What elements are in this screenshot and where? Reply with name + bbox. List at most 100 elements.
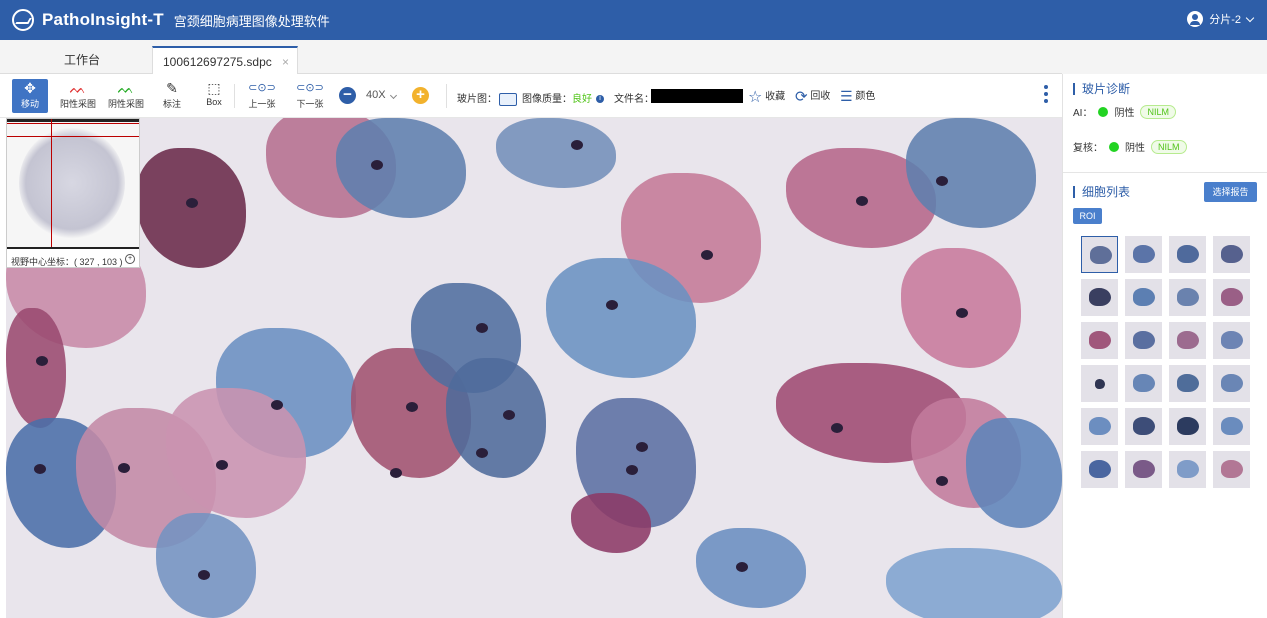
nucleus [118, 463, 130, 473]
app-subtitle: 宫颈细胞病理图像处理软件 [173, 13, 330, 29]
ai-nilm-badge: NILM [1140, 104, 1176, 119]
chevron-down-icon [1245, 13, 1255, 22]
positive-sample-button[interactable]: ᨓ 阳性采图 [58, 79, 98, 113]
annotate-label: 标注 [162, 99, 181, 109]
cell-thumbnail[interactable] [1081, 279, 1118, 316]
status-dot-icon [1109, 141, 1119, 152]
ai-result: 阴性 [1114, 108, 1135, 119]
negative-sample-button[interactable]: ᨓ 阴性采图 [106, 79, 146, 113]
toolbar-divider [446, 84, 447, 108]
minimap-crosshair-v [51, 119, 52, 249]
toolbar-divider [234, 84, 235, 108]
cell-thumbnail[interactable] [1125, 451, 1162, 488]
user-avatar-icon [1187, 11, 1204, 27]
cell-thumbnail[interactable] [1081, 451, 1118, 488]
nucleus [34, 464, 46, 474]
prev-slide-label: 上一张 [248, 99, 276, 109]
cell-thumbnail[interactable] [1125, 365, 1162, 402]
review-label: 复核： [1073, 143, 1103, 154]
select-report-button[interactable]: 选择报告 [1204, 182, 1257, 202]
nucleus [956, 308, 968, 318]
prev-slide-icon: ⊂⊙⊃ [248, 82, 276, 94]
nucleus [626, 465, 638, 475]
annotate-button[interactable]: ✎ 标注 [154, 79, 190, 113]
annotate-icon: ✎ [166, 80, 178, 96]
cell-thumbnail[interactable] [1213, 236, 1250, 273]
color-button[interactable]: ☰ 颜色 [840, 87, 875, 105]
cell [966, 418, 1062, 528]
nucleus [636, 442, 648, 452]
cell-thumbnail[interactable] [1169, 279, 1206, 316]
cell-thumbnail[interactable] [1125, 408, 1162, 445]
box-select-button[interactable]: ⬚ Box [196, 79, 232, 113]
minimap-slide-area [19, 127, 125, 239]
cell-thumbnail[interactable] [1213, 365, 1250, 402]
zoom-select[interactable]: 40X [366, 89, 397, 101]
cell-thumbnail[interactable] [1213, 408, 1250, 445]
nucleus [936, 176, 948, 186]
cell-thumbnail[interactable] [1125, 279, 1162, 316]
next-slide-button[interactable]: ⊂⊙⊃ 下一张 [292, 79, 328, 113]
minimap-zoom-icon[interactable]: + [125, 254, 135, 264]
slide-preview[interactable]: 玻片图： [457, 90, 517, 106]
slide-label: 玻片图： [457, 94, 497, 105]
cell-thumbnail[interactable] [1213, 322, 1250, 359]
cell-list-title: 细胞列表 [1073, 186, 1130, 198]
cell [886, 548, 1062, 618]
move-tool-button[interactable]: ✥ 移动 [12, 79, 48, 113]
nucleus [856, 196, 868, 206]
cell [696, 528, 806, 608]
tab-slide-file[interactable]: 100612697275.sdpc × [152, 46, 298, 74]
prev-slide-button[interactable]: ⊂⊙⊃ 上一张 [244, 79, 280, 113]
cell-thumbnail[interactable] [1169, 408, 1206, 445]
box-select-icon: ⬚ [207, 80, 221, 96]
cell-thumbnail[interactable] [1081, 236, 1118, 273]
cell [571, 493, 651, 553]
roi-tag[interactable]: ROI [1073, 208, 1102, 224]
zoom-in-button[interactable]: + [412, 87, 429, 104]
minimap-image[interactable] [7, 119, 139, 249]
minimap-edge [7, 247, 139, 249]
cell [136, 148, 246, 268]
cell-thumbnail[interactable] [1125, 322, 1162, 359]
cell-thumbnail[interactable] [1169, 451, 1206, 488]
cell [6, 308, 66, 428]
quality-label: 图像质量： [522, 94, 572, 105]
status-dot-icon [1098, 106, 1109, 117]
move-icon: ✥ [24, 80, 36, 96]
slide-thumbnail-icon[interactable] [499, 92, 517, 106]
slide-viewer[interactable] [6, 118, 1062, 618]
overview-minimap[interactable]: 视野中心坐标：( 327 , 103 ) + [6, 118, 140, 268]
nucleus [198, 570, 210, 580]
recycle-button[interactable]: ⟳ 回收 [795, 87, 830, 105]
negative-sample-icon: ᨓ [117, 80, 135, 96]
tab-workbench[interactable]: 工作台 [54, 46, 110, 74]
cell-thumbnail[interactable] [1213, 279, 1250, 316]
more-options-icon[interactable] [1044, 85, 1048, 107]
ai-label: AI： [1073, 108, 1093, 119]
favorite-button[interactable]: ☆ 收藏 [748, 87, 785, 107]
info-icon[interactable]: i [596, 95, 604, 104]
cell-thumbnail[interactable] [1081, 322, 1118, 359]
nucleus [736, 562, 748, 572]
right-panel: 玻片诊断 AI： 阴性 NILM 复核： 阴性 NILM 细胞列表 选择报告 R… [1062, 74, 1267, 618]
minimap-edge [7, 119, 139, 122]
nucleus [476, 448, 488, 458]
cell-thumbnail[interactable] [1169, 236, 1206, 273]
cell-thumbnail[interactable] [1081, 365, 1118, 402]
logo: PathoInsight-T 宫颈细胞病理图像处理软件 [12, 9, 330, 31]
cell [156, 513, 256, 618]
cell-thumbnail[interactable] [1169, 322, 1206, 359]
cell-thumbnail[interactable] [1081, 408, 1118, 445]
review-diagnosis-row: 复核： 阴性 NILM [1073, 139, 1187, 154]
cell-thumbnail[interactable] [1213, 451, 1250, 488]
filename-redacted [651, 89, 743, 103]
user-menu[interactable]: 分片-2 [1187, 11, 1255, 27]
cell-thumbnail[interactable] [1169, 365, 1206, 402]
minimap-viewport-box[interactable] [7, 123, 139, 137]
nucleus [390, 468, 402, 478]
close-icon[interactable]: × [282, 48, 289, 76]
cell-thumbnail[interactable] [1125, 236, 1162, 273]
cell [546, 258, 696, 378]
zoom-out-button[interactable]: − [339, 87, 356, 104]
